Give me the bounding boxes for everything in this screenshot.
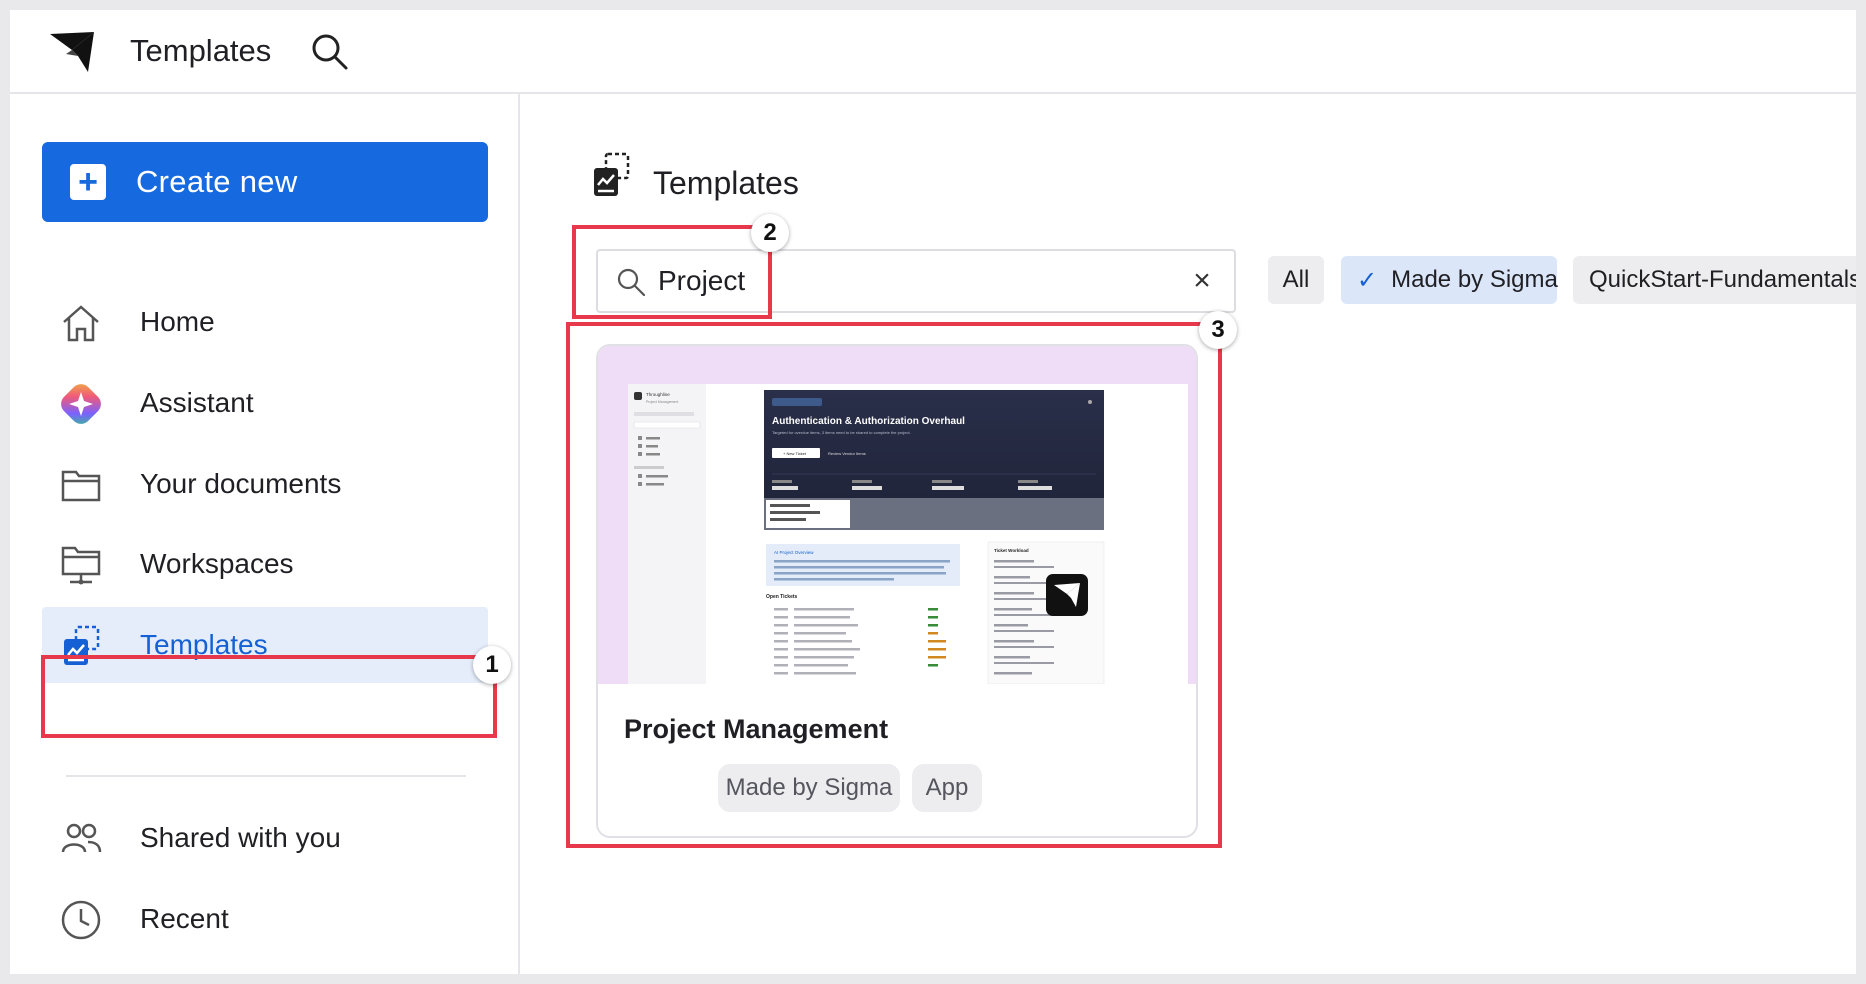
annotation-badge-1: 1 — [473, 646, 511, 684]
sidebar-item-label: Assistant — [140, 387, 254, 418]
app-window: Templates + Create new Home Assistant Yo… — [10, 10, 1856, 974]
sidebar-item-label: Shared with you — [140, 822, 341, 853]
templates-icon — [594, 152, 630, 196]
check-icon: ✓ — [1357, 266, 1378, 294]
sidebar-item-assistant[interactable]: Assistant — [42, 365, 488, 441]
sidebar-item-label: Workspaces — [140, 548, 294, 579]
search-icon[interactable] — [310, 32, 350, 72]
assistant-icon — [61, 384, 101, 424]
top-bar: Templates — [10, 10, 1856, 94]
sidebar-item-home[interactable]: Home — [42, 284, 488, 360]
filter-chip-quickstart[interactable]: QuickStart-Fundamentals-2 — [1573, 256, 1856, 304]
plus-icon: + — [70, 164, 106, 200]
annotation-badge-2: 2 — [751, 214, 789, 252]
annotation-badge-3: 3 — [1199, 311, 1237, 349]
clock-icon — [61, 900, 101, 940]
home-icon — [63, 305, 99, 342]
sidebar-item-shared-with-you[interactable]: Shared with you — [42, 800, 488, 876]
create-new-button[interactable]: + Create new — [42, 142, 488, 222]
filter-chip-label: Made by Sigma — [1391, 266, 1558, 293]
sidebar-item-label: Home — [140, 306, 215, 337]
highlight-templates-nav — [41, 655, 497, 738]
folder-icon — [61, 470, 101, 502]
sidebar-item-label: Recent — [140, 903, 229, 934]
create-new-label: Create new — [136, 164, 298, 199]
highlight-template-card — [566, 322, 1222, 848]
close-icon[interactable]: × — [1186, 265, 1218, 297]
highlight-search — [572, 225, 772, 319]
filter-chip-made-by-sigma[interactable]: ✓ Made by Sigma — [1341, 256, 1558, 304]
filter-chip-all[interactable]: All — [1268, 256, 1324, 304]
page-title: Templates — [653, 165, 799, 201]
sidebar: + Create new Home Assistant Your documen… — [10, 94, 520, 974]
sidebar-item-your-documents[interactable]: Your documents — [42, 446, 488, 522]
workspace-icon — [61, 546, 101, 585]
sidebar-item-recent[interactable]: Recent — [42, 881, 488, 957]
sigma-logo-icon[interactable] — [48, 30, 96, 74]
people-icon — [61, 823, 102, 853]
app-title: Templates — [130, 33, 272, 68]
sidebar-divider — [66, 775, 466, 777]
sidebar-item-workspaces[interactable]: Workspaces — [42, 526, 488, 602]
sidebar-item-label: Your documents — [140, 468, 342, 499]
